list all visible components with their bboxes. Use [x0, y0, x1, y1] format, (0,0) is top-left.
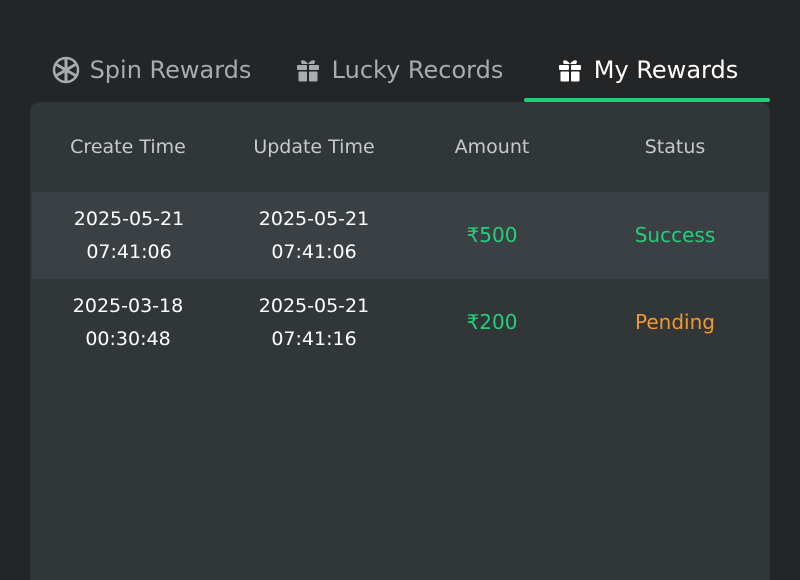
column-header-create-time: Create Time [70, 136, 186, 158]
table-row: 2025-05-21 07:41:06 2025-05-21 07:41:06 … [32, 192, 768, 279]
create-time-cell: 2025-03-18 00:30:48 [30, 290, 226, 356]
gift-icon [294, 56, 322, 84]
column-header-status: Status [644, 136, 706, 158]
update-date: 2025-05-21 [258, 207, 370, 230]
gift-icon [556, 56, 584, 84]
column-header-amount: Amount [454, 136, 530, 158]
tab-label: My Rewards [593, 56, 739, 84]
column-header-update-time: Update Time [253, 136, 375, 158]
wheel-icon [52, 56, 80, 84]
create-date: 2025-03-18 [72, 294, 184, 317]
amount-cell: ₹200 [466, 310, 518, 334]
tab-label: Lucky Records [331, 56, 504, 84]
update-time: 07:41:06 [271, 240, 357, 263]
rewards-panel: Create Time Update Time Amount Status 20… [30, 102, 770, 580]
create-date: 2025-05-21 [73, 207, 185, 230]
table-header: Create Time Update Time Amount Status [30, 102, 770, 192]
status-cell: Success [634, 223, 716, 247]
create-time: 00:30:48 [85, 327, 171, 350]
tab-lucky-records[interactable]: Lucky Records [273, 40, 524, 100]
create-time-cell: 2025-05-21 07:41:06 [32, 203, 226, 269]
update-time: 07:41:16 [271, 327, 357, 350]
update-time-cell: 2025-05-21 07:41:16 [226, 290, 402, 356]
update-time-cell: 2025-05-21 07:41:06 [226, 203, 402, 269]
create-time: 07:41:06 [86, 240, 172, 263]
status-cell: Pending [635, 310, 715, 334]
tab-label: Spin Rewards [89, 56, 252, 84]
table-row: 2025-03-18 00:30:48 2025-05-21 07:41:16 … [30, 279, 770, 366]
amount-cell: ₹500 [466, 223, 518, 247]
tab-spin-rewards[interactable]: Spin Rewards [30, 40, 273, 100]
tab-my-rewards[interactable]: My Rewards [524, 40, 770, 102]
tab-bar: Spin Rewards Lucky Records My Rewards [30, 40, 770, 102]
update-date: 2025-05-21 [258, 294, 370, 317]
